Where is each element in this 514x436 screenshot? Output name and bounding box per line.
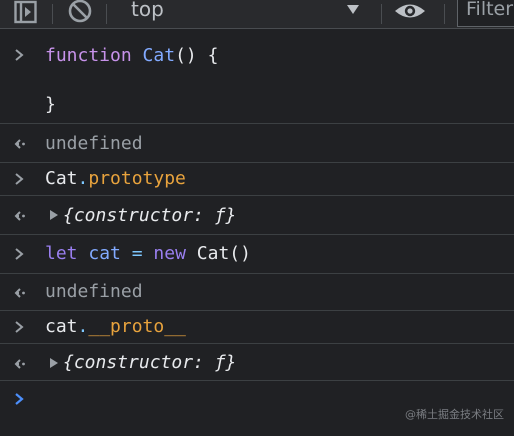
code-token-operator: . — [77, 168, 89, 189]
result-arrow-icon — [14, 359, 25, 369]
filter-input[interactable] — [466, 0, 514, 20]
code-token-function-name: Cat — [142, 45, 176, 66]
watermark: @稀土掘金技术社区 — [405, 408, 504, 421]
code-token: () { — [175, 45, 219, 66]
toolbar-divider — [106, 4, 107, 24]
result-arrow-icon — [14, 288, 25, 298]
filter-box[interactable] — [457, 0, 514, 27]
sidebar-icon — [14, 0, 37, 24]
console-messages: function Cat() { } undefined Cat.prototy… — [0, 36, 514, 436]
code-token-property: prototype — [88, 168, 186, 189]
clear-console-button[interactable] — [66, 0, 96, 28]
console-input-code: cat.__proto__ — [45, 316, 186, 338]
object-preview: {constructor: ƒ} — [63, 205, 237, 226]
code-token-variable: cat — [88, 243, 121, 264]
result-arrow-icon — [14, 211, 25, 221]
console-input-code: let cat = new Cat() — [45, 243, 251, 265]
javascript-context-select[interactable]: top — [116, 0, 370, 28]
toolbar-divider — [444, 4, 445, 24]
expand-triangle-icon[interactable] — [49, 357, 59, 369]
expand-triangle-icon[interactable] — [49, 209, 59, 221]
console-toolbar: top — [0, 0, 514, 29]
code-token: Cat() — [196, 243, 251, 264]
create-live-expression-button[interactable] — [392, 0, 428, 28]
code-token-operator: . — [77, 316, 89, 337]
show-sidebar-button[interactable] — [14, 0, 44, 28]
console-input-code: function Cat() { — [45, 45, 218, 67]
console-input-code-line2: } — [45, 94, 56, 115]
chevron-right-icon — [15, 248, 24, 260]
result-arrow-icon — [14, 139, 25, 149]
code-token-keyword: let — [45, 243, 78, 264]
code-token-keyword: new — [153, 243, 186, 264]
object-preview: {constructor: ƒ} — [63, 352, 237, 373]
chevron-right-icon — [15, 49, 24, 61]
console-input-entry[interactable]: cat.__proto__ — [0, 312, 514, 344]
console-output-entry: undefined — [0, 125, 514, 163]
console-output-entry[interactable]: {constructor: ƒ} — [0, 197, 514, 235]
eye-icon — [395, 4, 425, 18]
code-token-property: __proto__ — [88, 316, 186, 337]
context-label: top — [131, 0, 164, 21]
console-output-value: undefined — [45, 281, 143, 302]
toolbar-divider — [381, 4, 382, 24]
code-token: Cat — [45, 168, 78, 189]
console-output-entry[interactable]: {constructor: ƒ} — [0, 345, 514, 381]
dropdown-caret-icon — [347, 5, 359, 14]
console-output-value: undefined — [45, 133, 143, 154]
code-token-operator: = — [131, 243, 143, 264]
console-input-entry[interactable]: Cat.prototype — [0, 164, 514, 196]
code-token-keyword: function — [45, 45, 132, 66]
chevron-right-icon — [15, 173, 24, 185]
toolbar-divider — [52, 4, 53, 24]
chevron-right-icon — [15, 321, 24, 333]
console-input-entry[interactable]: function Cat() { } — [0, 36, 514, 124]
code-token: cat — [45, 316, 78, 337]
console-input-code: Cat.prototype — [45, 168, 186, 190]
prompt-chevron-icon — [15, 393, 24, 405]
clear-console-icon — [68, 0, 92, 23]
console-input-entry[interactable]: let cat = new Cat() — [0, 236, 514, 274]
console-output-entry: undefined — [0, 275, 514, 311]
